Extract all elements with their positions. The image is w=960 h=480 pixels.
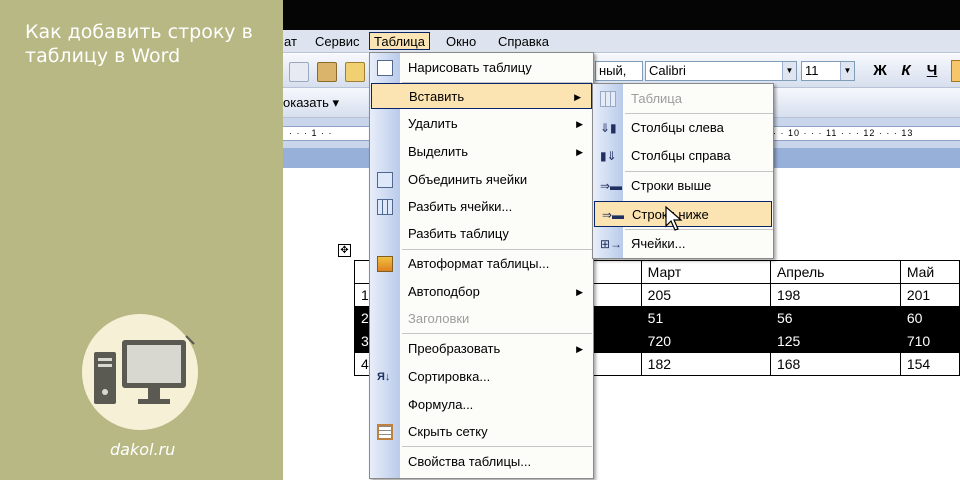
table-move-handle-icon[interactable]: ✥ — [338, 244, 351, 257]
highlight-icon[interactable] — [951, 60, 960, 82]
article-title: Как добавить строку в таблицу в Word — [25, 21, 253, 67]
submenu-arrow-icon: ▶ — [576, 344, 583, 354]
table-cell[interactable]: 154 — [899, 352, 960, 376]
table-cell[interactable]: 182 — [640, 352, 771, 376]
columns-left-icon: ⇓▮ — [600, 121, 617, 135]
site-url: dakol.ru — [110, 440, 176, 459]
submenu-arrow-icon: ▶ — [576, 119, 583, 129]
italic-button[interactable]: К — [895, 60, 917, 82]
table-menu: Нарисовать таблицу Вставить ▶ Удалить ▶ … — [369, 52, 594, 479]
table-header-cell[interactable]: Март — [640, 260, 771, 284]
table-cell[interactable]: 60 — [899, 306, 960, 330]
menu-item-convert[interactable]: Преобразовать ▶ — [370, 336, 593, 362]
menu-item-autofit[interactable]: Автоподбор ▶ — [370, 279, 593, 305]
menu-item-delete[interactable]: Удалить ▶ — [370, 111, 593, 137]
menu-item-merge-cells[interactable]: Объединить ячейки — [370, 167, 593, 193]
menu-item-insert[interactable]: Вставить ▶ — [371, 83, 592, 109]
table-cell[interactable]: 56 — [769, 306, 901, 330]
table-cell[interactable]: 710 — [899, 329, 960, 353]
ruler-marks-left: · · · 1 · · — [289, 128, 333, 138]
menu-item-table-properties[interactable]: Свойства таблицы... — [370, 449, 593, 475]
menu-item-formula[interactable]: Формула... — [370, 392, 593, 418]
columns-right-icon: ▮⇓ — [600, 149, 617, 163]
menu-item-autoformat[interactable]: Автоформат таблицы... — [370, 251, 593, 277]
format-painter-icon[interactable] — [345, 62, 365, 82]
submenu-item-columns-right[interactable]: ▮⇓ Столбцы справа — [593, 143, 773, 169]
rows-above-icon: ⇒▬ — [600, 179, 623, 193]
submenu-item-table: Таблица — [593, 86, 773, 112]
title-bar — [283, 0, 960, 30]
cells-icon: ⊞→ — [600, 237, 623, 251]
ruler-marks-right: · · 10 · · · 11 · · · 12 · · · 13 — [773, 128, 914, 138]
split-cells-icon — [377, 199, 393, 215]
grid-icon — [377, 424, 393, 440]
underline-button[interactable]: Ч — [921, 60, 943, 82]
pencil-table-icon — [377, 60, 393, 76]
menu-item-sort[interactable]: Я↓ Сортировка... — [370, 364, 593, 390]
table-cell[interactable]: 125 — [769, 329, 901, 353]
table-cell[interactable]: 198 — [769, 283, 901, 307]
table-cell[interactable]: 720 — [640, 329, 771, 353]
table-header-cell[interactable]: Апрель — [769, 260, 901, 284]
submenu-item-columns-left[interactable]: ⇓▮ Столбцы слева — [593, 115, 773, 141]
paste-icon[interactable] — [317, 62, 337, 82]
word-window: ат Сервис Таблица Окно Справка ный, Cali… — [283, 0, 960, 480]
copy-icon[interactable] — [289, 62, 309, 82]
menu-item-split-table[interactable]: Разбить таблицу — [370, 221, 593, 247]
mouse-cursor-icon — [665, 206, 683, 231]
brand-sidebar: Как добавить строку в таблицу в Word dak… — [0, 0, 283, 480]
font-size-select[interactable]: 11 ▼ — [801, 61, 855, 81]
menu-item-split-cells[interactable]: Разбить ячейки... — [370, 194, 593, 220]
table-cell[interactable]: 201 — [899, 283, 960, 307]
autoformat-icon — [377, 256, 393, 272]
table-cell[interactable]: 205 — [640, 283, 771, 307]
merge-cells-icon — [377, 172, 393, 188]
menu-help[interactable]: Справка — [494, 33, 553, 51]
table-icon — [600, 91, 616, 107]
submenu-item-rows-below[interactable]: ⇒▬ Строки ниже — [594, 201, 772, 227]
menu-service[interactable]: Сервис — [311, 33, 364, 51]
submenu-arrow-icon: ▶ — [576, 147, 583, 157]
menu-item-hide-grid[interactable]: Скрыть сетку — [370, 419, 593, 445]
bold-button[interactable]: Ж — [869, 60, 891, 82]
chevron-down-icon[interactable]: ▼ — [782, 62, 796, 80]
submenu-item-rows-above[interactable]: ⇒▬ Строки выше — [593, 173, 773, 199]
computer-logo-icon — [82, 314, 198, 430]
show-markup-button[interactable]: оказать ▾ — [283, 95, 339, 111]
submenu-arrow-icon: ▶ — [574, 92, 581, 102]
menu-bar: ат Сервис Таблица Окно Справка — [283, 30, 960, 53]
menu-item-select[interactable]: Выделить ▶ — [370, 139, 593, 165]
submenu-arrow-icon: ▶ — [576, 287, 583, 297]
chevron-down-icon[interactable]: ▼ — [840, 62, 854, 80]
menu-window[interactable]: Окно — [442, 33, 480, 51]
style-select[interactable]: ный, — [595, 61, 643, 81]
table-cell[interactable]: 51 — [640, 306, 771, 330]
menu-item-draw-table[interactable]: Нарисовать таблицу — [370, 55, 593, 81]
font-select[interactable]: Calibri ▼ — [645, 61, 797, 81]
table-header-cell[interactable]: Май — [899, 260, 960, 284]
sort-icon: Я↓ — [377, 371, 391, 383]
menu-item-headings: Заголовки — [408, 311, 470, 326]
insert-submenu: Таблица ⇓▮ Столбцы слева ▮⇓ Столбцы спра… — [592, 83, 774, 259]
menu-table[interactable]: Таблица — [369, 32, 430, 50]
submenu-item-cells[interactable]: ⊞→ Ячейки... — [593, 231, 773, 257]
table-cell[interactable]: 168 — [769, 352, 901, 376]
menu-format[interactable]: ат — [283, 33, 301, 51]
rows-below-icon: ⇒▬ — [602, 208, 625, 222]
